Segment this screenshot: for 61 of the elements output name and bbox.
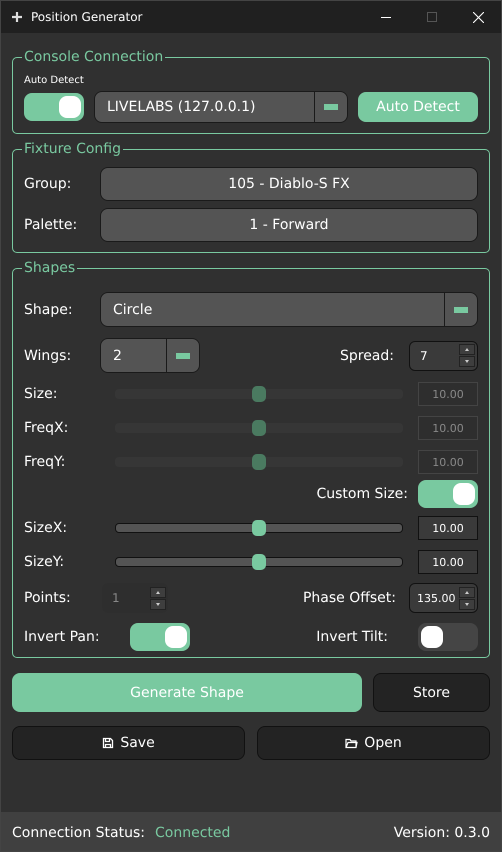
slider[interactable]: [115, 557, 403, 567]
caret-down-icon: [465, 360, 469, 363]
minimize-icon: [381, 16, 391, 18]
save-button[interactable]: Save: [12, 726, 245, 760]
dropdown-icon: [176, 352, 190, 358]
console-dropdown[interactable]: LIVELABS (127.0.0.1): [94, 91, 348, 123]
invert-tilt-toggle[interactable]: [418, 623, 478, 651]
spread-spinbox[interactable]: 7: [409, 340, 478, 370]
caret-down-icon: [156, 602, 160, 606]
field-label: Points:: [24, 590, 72, 606]
invert-pan-toggle[interactable]: [130, 623, 190, 651]
dropdown-icon: [324, 104, 338, 110]
close-icon: [472, 12, 484, 22]
custom-size-toggle[interactable]: [418, 480, 478, 508]
field-label: Spread:: [340, 348, 394, 364]
field-label: Invert Tilt:: [316, 629, 388, 645]
spin-down-button[interactable]: [459, 356, 475, 367]
field-label: Invert Pan:: [24, 629, 101, 645]
auto-detect-label: Auto Detect: [24, 75, 85, 86]
field-label: Group:: [24, 176, 72, 192]
field-label: Wings:: [24, 348, 72, 364]
folder-icon: [345, 738, 358, 748]
group-title: Fixture Config: [23, 141, 122, 157]
selector-button[interactable]: 105 - Diablo-S FX: [100, 167, 478, 201]
dropdown-icon: [454, 306, 468, 312]
window-title: Position Generator: [31, 10, 144, 24]
shape-dropdown[interactable]: Circle: [100, 292, 478, 327]
plus-icon: [11, 11, 23, 23]
slider-label: FreqY:: [24, 454, 66, 470]
version-label: Version: 0.3.0: [394, 825, 490, 841]
field-label: Custom Size:: [316, 486, 408, 502]
slider-label: Size:: [24, 386, 58, 402]
phase-offset-spinbox[interactable]: 135.00: [409, 583, 478, 613]
auto-detect-toggle[interactable]: [24, 93, 84, 121]
open-button[interactable]: Open: [257, 726, 490, 760]
caret-up-icon: [465, 348, 469, 351]
caret-up-icon: [156, 590, 160, 594]
field-label: Phase Offset:: [302, 590, 396, 606]
field-label: Shape:: [24, 302, 74, 318]
value-field[interactable]: 10.00: [418, 550, 478, 574]
slider-label: FreqX:: [24, 420, 70, 436]
slider-thumb[interactable]: [252, 520, 266, 536]
slider-label: SizeX:: [24, 520, 68, 536]
status-label: Connection Status:: [12, 825, 145, 841]
slider-thumb[interactable]: [252, 554, 266, 570]
spin-up-button[interactable]: [459, 344, 475, 355]
caret-up-icon: [465, 590, 469, 594]
field-label: Palette:: [24, 217, 78, 233]
spin-up-button[interactable]: [459, 586, 475, 598]
group-title: Shapes: [23, 260, 76, 276]
wings-dropdown[interactable]: 2: [100, 338, 200, 373]
selector-button[interactable]: 1 - Forward: [100, 208, 478, 242]
connection-status: Connected: [155, 825, 230, 841]
store-button[interactable]: Store: [373, 673, 490, 712]
value-field[interactable]: 10.00: [418, 516, 478, 540]
maximize-icon: [427, 12, 437, 22]
slider-label: SizeY:: [24, 554, 66, 570]
spin-down-button[interactable]: [459, 598, 475, 610]
slider[interactable]: [115, 523, 403, 533]
group-title: Console Connection: [23, 49, 164, 65]
caret-down-icon: [465, 602, 469, 606]
